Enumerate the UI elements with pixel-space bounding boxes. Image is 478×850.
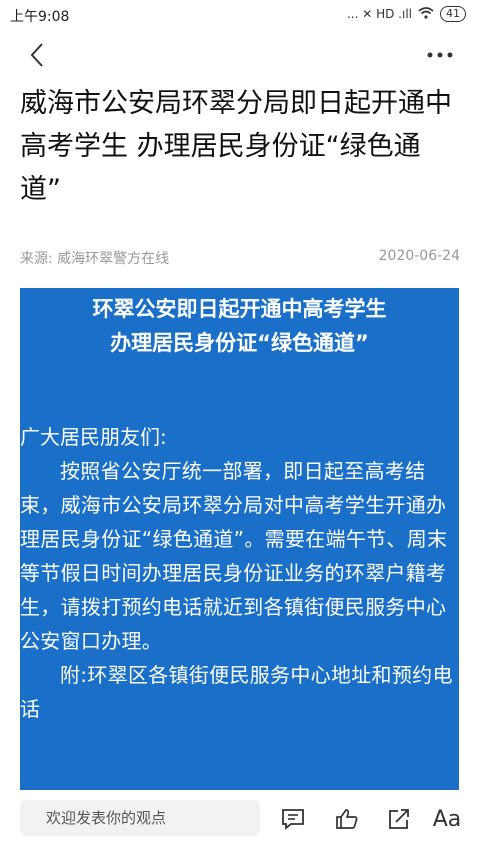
like-icon	[336, 809, 358, 829]
card-paragraph-1: 按照省公安厅统一部署，即日起至高考结束，威海市公安局环翠分局对中高考学生开通办理…	[20, 459, 448, 653]
comment-button[interactable]	[278, 804, 308, 834]
card-greeting: 广大居民朋友们:	[20, 425, 167, 449]
status-icons: ... ✕ HD .ıll	[346, 7, 412, 21]
card-paragraph-2: 附:环翠区各镇街便民服务中心地址和预约电话	[20, 663, 453, 721]
bottom-bar: 欢迎发表你的观点 Aa	[0, 790, 478, 850]
card-title-line2: 办理居民身份证“绿色通道”	[110, 331, 369, 355]
publish-date: 2020-06-24	[378, 248, 460, 264]
article-meta: 来源: 威海环翠警方在线 2020-06-24	[20, 248, 460, 270]
status-indicators: ... ✕ HD .ıll 41	[347, 6, 466, 22]
battery-icon: 41	[440, 6, 466, 22]
more-button[interactable]	[422, 40, 458, 70]
status-time: 上午9:08	[10, 9, 70, 25]
card-title: 环翠公安即日起开通中高考学生 办理居民身份证“绿色通道”	[20, 292, 459, 360]
font-size-icon[interactable]: Aa	[430, 804, 464, 834]
source-name[interactable]: 威海环翠警方在线	[57, 251, 169, 267]
like-button[interactable]	[332, 804, 362, 834]
share-button[interactable]	[384, 804, 414, 834]
chevron-left-icon	[30, 43, 43, 67]
more-horizontal-icon	[427, 52, 453, 58]
status-bar: 上午9:08 ... ✕ HD .ıll 41	[0, 0, 478, 30]
wifi-icon	[418, 6, 434, 22]
share-icon	[389, 809, 409, 829]
source-label: 来源:	[20, 251, 53, 267]
article-title: 威海市公安局环翠分局即日起开通中高考学生 办理居民身份证“绿色通道”	[20, 88, 452, 205]
card-title-line1: 环翠公安即日起开通中高考学生	[92, 297, 387, 321]
comment-input[interactable]: 欢迎发表你的观点	[20, 800, 260, 836]
notice-image: 环翠公安即日起开通中高考学生 办理居民身份证“绿色通道” 广大居民朋友们: 按照…	[20, 288, 459, 790]
back-button[interactable]	[22, 40, 52, 70]
nav-bar	[0, 30, 478, 80]
comment-icon	[282, 809, 304, 830]
